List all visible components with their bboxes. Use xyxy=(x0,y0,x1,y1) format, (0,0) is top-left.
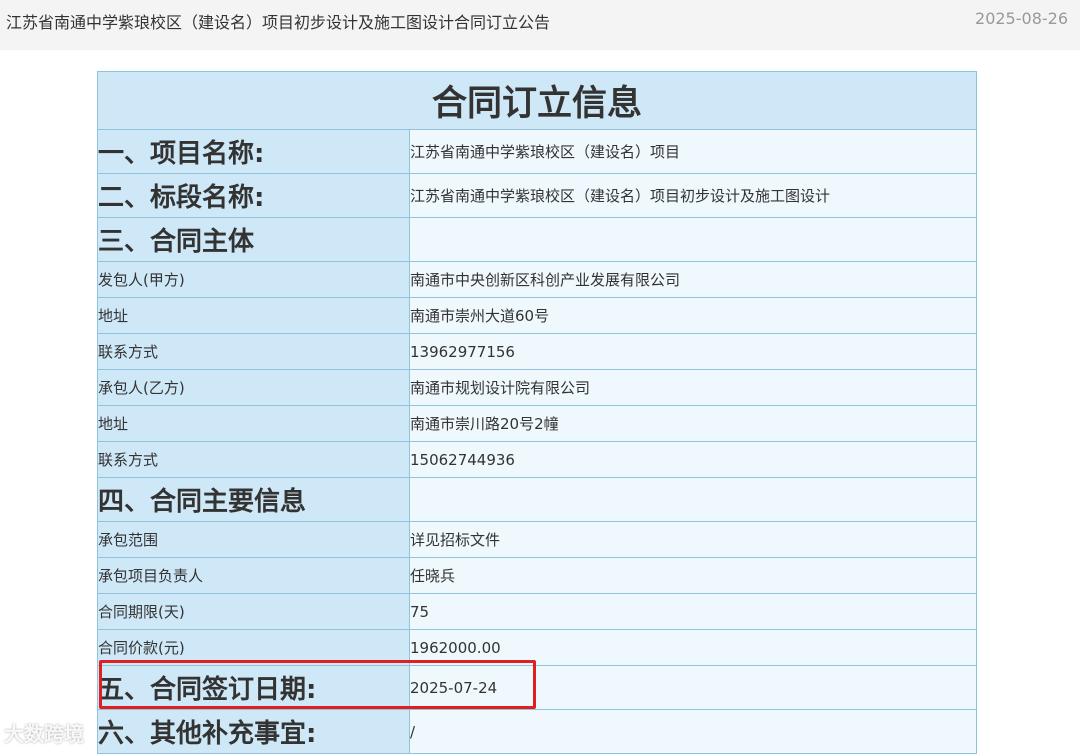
other-matters-label: 六、其他补充事宜: xyxy=(97,709,410,754)
table-row: 合同期限(天) 75 xyxy=(97,593,978,630)
table-row: 三、合同主体 xyxy=(97,217,978,262)
table-row: 合同价款(元) 1962000.00 xyxy=(97,629,978,666)
table-row: 二、标段名称: 江苏省南通中学紫琅校区（建设名）项目初步设计及施工图设计 xyxy=(97,173,978,218)
table-row: 四、合同主要信息 xyxy=(97,477,978,522)
contract-price-label: 合同价款(元) xyxy=(97,629,410,666)
employer-contact-value: 13962977156 xyxy=(408,333,978,370)
table-row: 六、其他补充事宜: / xyxy=(97,709,978,754)
parties-heading: 三、合同主体 xyxy=(97,217,410,262)
employer-contact-label: 联系方式 xyxy=(97,333,410,370)
contractor-address-value: 南通市崇川路20号2幢 xyxy=(408,405,978,442)
page-header: 江苏省南通中学紫琅校区（建设名）项目初步设计及施工图设计合同订立公告 2025-… xyxy=(0,0,1080,50)
table-row: 承包项目负责人 任晓兵 xyxy=(97,557,978,594)
table-row: 地址 南通市崇川路20号2幢 xyxy=(97,405,978,442)
table-row: 一、项目名称: 江苏省南通中学紫琅校区（建设名）项目 xyxy=(97,129,978,174)
contractor-address-label: 地址 xyxy=(97,405,410,442)
project-name-label: 一、项目名称: xyxy=(97,129,410,174)
project-manager-value: 任晓兵 xyxy=(408,557,978,594)
section-name-label: 二、标段名称: xyxy=(97,173,410,218)
contractor-label: 承包人(乙方) xyxy=(97,369,410,406)
other-matters-value: / xyxy=(408,709,978,754)
table-caption: 合同订立信息 xyxy=(96,71,978,130)
contract-info-table: 合同订立信息 一、项目名称: 江苏省南通中学紫琅校区（建设名）项目 二、标段名称… xyxy=(96,71,978,754)
table-row: 联系方式 15062744936 xyxy=(97,441,978,478)
scope-label: 承包范围 xyxy=(97,521,410,558)
contractor-value: 南通市规划设计院有限公司 xyxy=(408,369,978,406)
contract-price-value: 1962000.00 xyxy=(408,629,978,666)
table-row: 五、合同签订日期: 2025-07-24 xyxy=(97,665,978,710)
contract-term-value: 75 xyxy=(408,593,978,630)
main-info-heading: 四、合同主要信息 xyxy=(97,477,410,522)
section-name-value: 江苏省南通中学紫琅校区（建设名）项目初步设计及施工图设计 xyxy=(408,173,978,218)
employer-address-value: 南通市崇州大道60号 xyxy=(408,297,978,334)
table-row: 发包人(甲方) 南通市中央创新区科创产业发展有限公司 xyxy=(97,261,978,298)
employer-value: 南通市中央创新区科创产业发展有限公司 xyxy=(408,261,978,298)
project-name-value: 江苏省南通中学紫琅校区（建设名）项目 xyxy=(408,129,978,174)
empty-cell xyxy=(408,477,978,522)
table-row: 承包人(乙方) 南通市规划设计院有限公司 xyxy=(97,369,978,406)
scope-value: 详见招标文件 xyxy=(408,521,978,558)
contractor-contact-value: 15062744936 xyxy=(408,441,978,478)
table-row: 承包范围 详见招标文件 xyxy=(97,521,978,558)
sign-date-label: 五、合同签订日期: xyxy=(97,665,410,710)
table-row: 联系方式 13962977156 xyxy=(97,333,978,370)
publish-date: 2025-08-26 xyxy=(975,9,1068,28)
table-row: 地址 南通市崇州大道60号 xyxy=(97,297,978,334)
contractor-contact-label: 联系方式 xyxy=(97,441,410,478)
watermark: 大数跨境 xyxy=(4,722,84,746)
page-title: 江苏省南通中学紫琅校区（建设名）项目初步设计及施工图设计合同订立公告 xyxy=(6,13,551,32)
employer-label: 发包人(甲方) xyxy=(97,261,410,298)
employer-address-label: 地址 xyxy=(97,297,410,334)
contract-term-label: 合同期限(天) xyxy=(97,593,410,630)
sign-date-value: 2025-07-24 xyxy=(408,665,978,710)
project-manager-label: 承包项目负责人 xyxy=(97,557,410,594)
empty-cell xyxy=(408,217,978,262)
